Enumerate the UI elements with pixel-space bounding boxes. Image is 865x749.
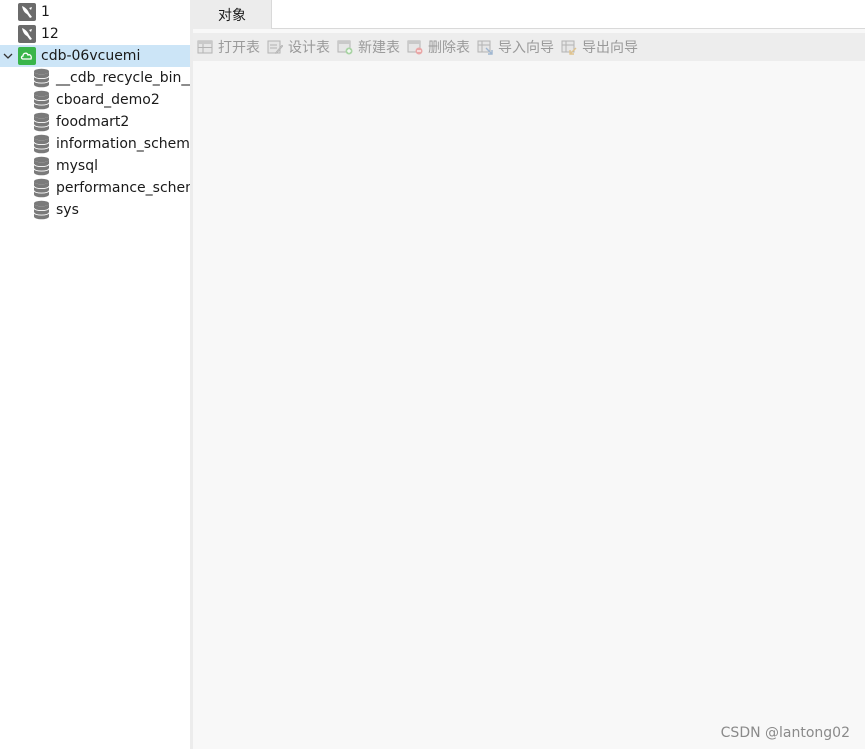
tab-objects[interactable]: 对象 [193, 0, 272, 29]
database-label: sys [56, 202, 79, 218]
new-table-icon [337, 39, 353, 55]
database-label: information_schema [56, 136, 190, 152]
database-item[interactable]: performance_schema [0, 177, 190, 199]
design-table-label: 设计表 [288, 40, 330, 56]
database-icon [33, 200, 50, 220]
object-list-area[interactable] [193, 62, 865, 749]
connection-item-1[interactable]: 1 [0, 1, 190, 23]
open-table-icon [197, 39, 213, 55]
chevron-down-icon[interactable] [2, 45, 14, 67]
database-item[interactable]: sys [0, 199, 190, 221]
database-label: cboard_demo2 [56, 92, 160, 108]
database-label: __cdb_recycle_bin__ [56, 70, 190, 86]
database-label: mysql [56, 158, 98, 174]
delete-table-label: 删除表 [428, 40, 470, 56]
delete-table-icon [407, 39, 423, 55]
database-icon [33, 134, 50, 154]
open-table-label: 打开表 [218, 40, 260, 56]
database-icon [33, 156, 50, 176]
database-item[interactable]: information_schema [0, 133, 190, 155]
connection-tree: 1 12 cdb-06vcuemi __cdb_recycle_bin__ cb… [0, 0, 190, 749]
database-icon [33, 90, 50, 110]
connection-label: cdb-06vcuemi [41, 48, 141, 64]
mysql-dolphin-icon [18, 25, 36, 43]
database-item[interactable]: mysql [0, 155, 190, 177]
object-toolbar: 打开表 设计表 新建表 删除表 导入向导 导出向导 [193, 33, 865, 61]
main-panel: 对象 打开表 设计表 新建表 删除表 导入向导 导出向导 CSDN @lanto… [193, 0, 865, 749]
connection-item-cdb-06vcuemi[interactable]: cdb-06vcuemi [0, 45, 190, 67]
delete-table-button[interactable]: 删除表 [407, 35, 470, 59]
database-label: foodmart2 [56, 114, 130, 130]
import-wizard-label: 导入向导 [498, 40, 554, 56]
database-item[interactable]: foodmart2 [0, 111, 190, 133]
database-label: performance_schema [56, 180, 190, 196]
connection-label: 12 [41, 26, 59, 42]
connection-item-12[interactable]: 12 [0, 23, 190, 45]
tab-bar: 对象 [193, 0, 865, 29]
database-item[interactable]: __cdb_recycle_bin__ [0, 67, 190, 89]
import-wizard-button[interactable]: 导入向导 [477, 35, 554, 59]
database-item[interactable]: cboard_demo2 [0, 89, 190, 111]
open-table-button[interactable]: 打开表 [197, 35, 260, 59]
export-wizard-icon [561, 39, 577, 55]
cloud-connection-icon [18, 47, 36, 65]
design-table-icon [267, 39, 284, 55]
export-wizard-button[interactable]: 导出向导 [561, 35, 638, 59]
export-wizard-label: 导出向导 [582, 40, 638, 56]
database-icon [33, 68, 50, 88]
database-icon [33, 178, 50, 198]
design-table-button[interactable]: 设计表 [267, 35, 330, 59]
connection-label: 1 [41, 4, 50, 20]
new-table-button[interactable]: 新建表 [337, 35, 400, 59]
new-table-label: 新建表 [358, 40, 400, 56]
mysql-dolphin-icon [18, 3, 36, 21]
watermark: CSDN @lantong02 [720, 725, 850, 741]
database-icon [33, 112, 50, 132]
import-wizard-icon [477, 39, 493, 55]
